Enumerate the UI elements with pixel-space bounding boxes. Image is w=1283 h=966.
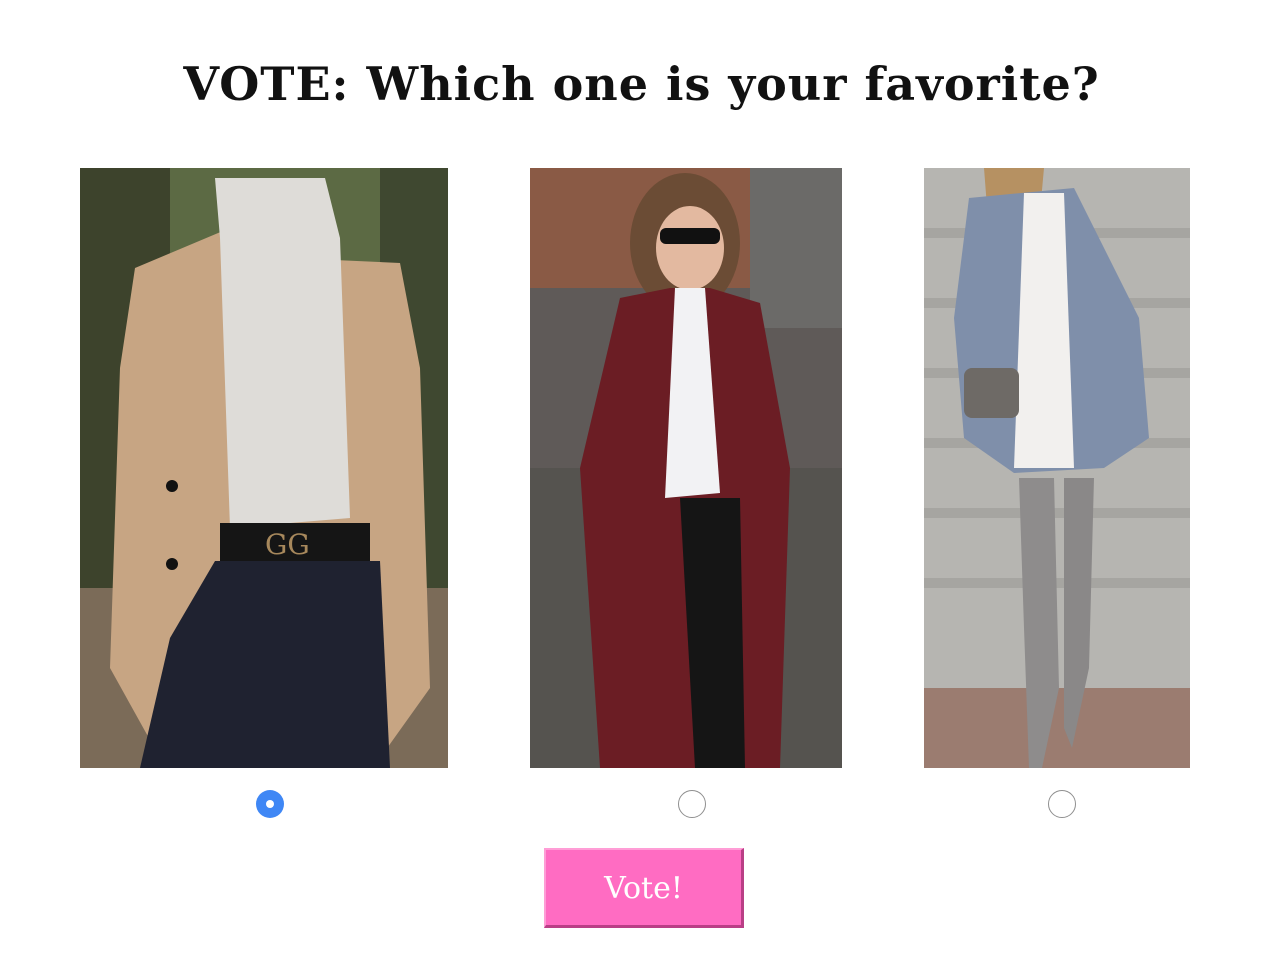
outfit-photo-camel-blazer[interactable]: GG [80,168,448,768]
svg-text:GG: GG [265,528,310,561]
poll-title: VOTE: Which one is your favorite? [183,57,1100,111]
option-3-radio[interactable] [1048,790,1076,818]
vote-button[interactable]: Vote! [544,848,744,928]
outfit-photo-blue-coat-boots[interactable] [924,168,1190,768]
option-2-radio[interactable] [678,790,706,818]
outfit-photo-burgundy-coat[interactable] [530,168,842,768]
option-1-radio[interactable] [256,790,284,818]
